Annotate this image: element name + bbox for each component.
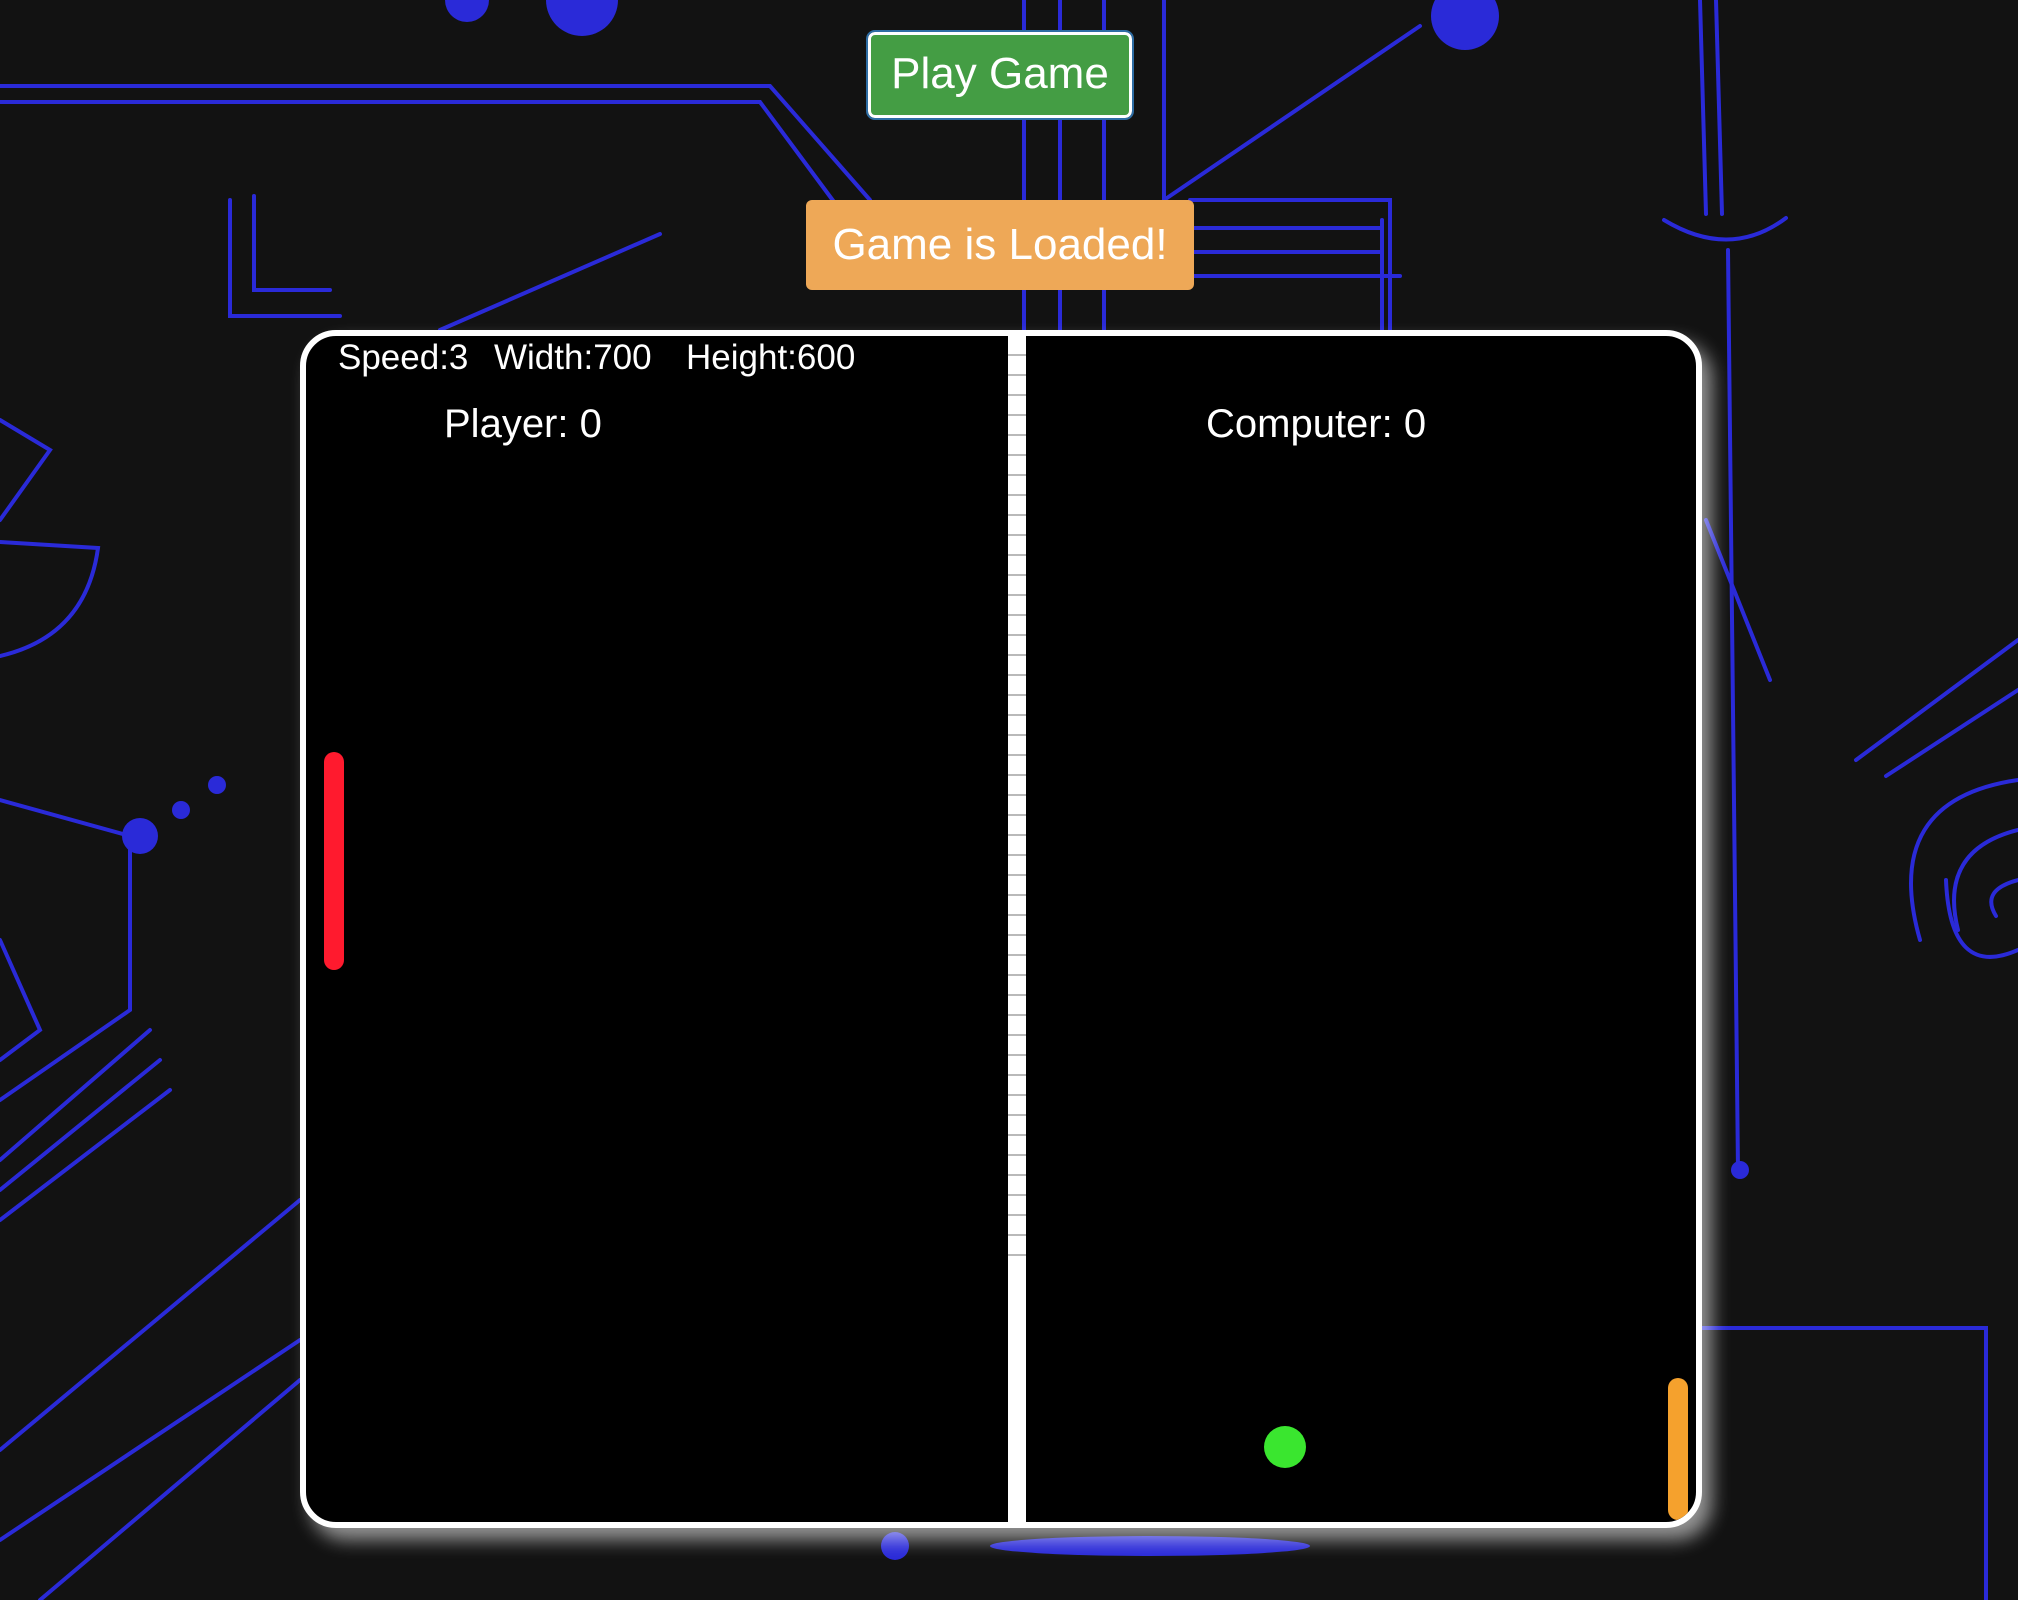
computer-score: Computer: 0: [1206, 402, 1427, 446]
center-net: [1008, 336, 1026, 1522]
speed-readout: Speed:3: [338, 338, 469, 377]
player-score: Player: 0: [444, 402, 602, 446]
height-readout: Height:600: [686, 338, 856, 377]
game-page: Play Game Game is Loaded! Speed:3 Width:…: [0, 0, 2018, 1600]
player-paddle[interactable]: [324, 752, 344, 970]
ball: [1264, 1426, 1306, 1468]
width-readout: Width:700: [494, 338, 652, 377]
computer-paddle: [1668, 1378, 1688, 1520]
game-loaded-badge: Game is Loaded!: [806, 200, 1194, 290]
net-dashes: [1008, 336, 1026, 1256]
play-game-button[interactable]: Play Game: [866, 30, 1134, 120]
game-board[interactable]: Speed:3 Width:700 Height:600 Player: 0 C…: [300, 330, 1702, 1528]
